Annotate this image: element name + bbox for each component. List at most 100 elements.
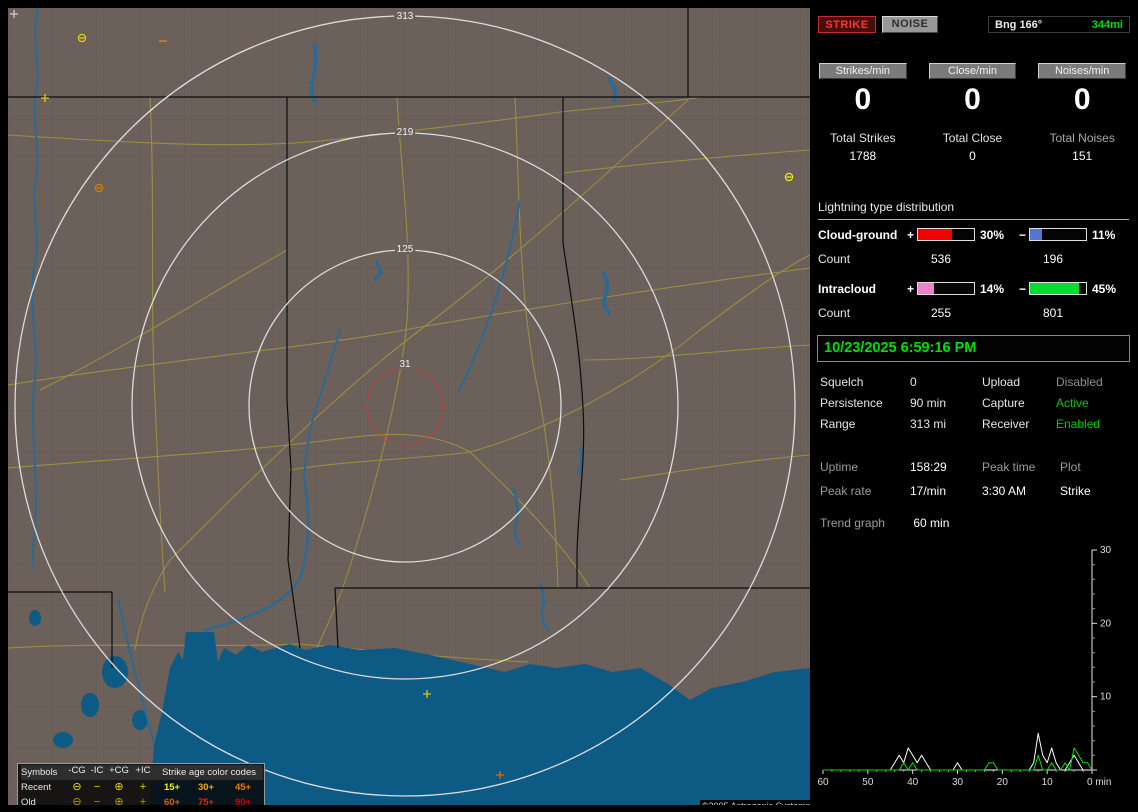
strike-mode-button[interactable]: STRIKE [818, 16, 876, 33]
distribution-title: Lightning type distribution [818, 200, 1129, 220]
status-panel: STRIKE NOISE Bng 166° 344mi Strikes/min … [815, 8, 1132, 805]
trend-series-strikes [823, 733, 1092, 770]
ic-minus-bar [1029, 282, 1087, 295]
upload-value: Disabled [1056, 375, 1136, 389]
total-noises-value: 151 [1038, 149, 1126, 163]
total-strikes-label: Total Strikes [819, 131, 907, 145]
svg-text:0 min: 0 min [1087, 777, 1111, 788]
uptime-label: Uptime [820, 460, 910, 474]
strikes-per-min-header[interactable]: Strikes/min [819, 63, 907, 79]
peak-rate-value: 17/min [910, 484, 982, 498]
svg-text:10: 10 [1100, 692, 1112, 703]
legend-row-recent-label: Recent [21, 782, 67, 793]
svg-text:20: 20 [1100, 618, 1112, 629]
upload-label: Upload [982, 375, 1056, 389]
legend-age-title: Strike age color codes [155, 765, 263, 780]
cg-minus-count: 196 [1016, 252, 1128, 266]
noises-per-min-value: 0 [1038, 84, 1126, 116]
strikes-per-min-value: 0 [819, 84, 907, 116]
svg-text:60: 60 [817, 777, 829, 788]
noise-mode-button[interactable]: NOISE [882, 16, 938, 33]
lightning-map[interactable]: 313 219 125 31 Symbols -CG -IC +CG +IC S… [8, 8, 810, 805]
squelch-label: Squelch [820, 375, 910, 389]
plus-sign: + [904, 228, 917, 242]
legend-col-ncg: -CG [67, 765, 87, 780]
legend-symbols-label: Symbols [21, 765, 67, 780]
bearing-value: Bng 166° [995, 19, 1042, 31]
svg-text:30: 30 [1100, 545, 1112, 556]
minus-sign: − [1016, 282, 1029, 296]
total-close-label: Total Close [929, 131, 1017, 145]
count-label: Count [818, 306, 904, 320]
pos-ic-recent-icon: + [131, 782, 155, 793]
svg-text:50: 50 [862, 777, 874, 788]
persistence-value: 90 min [910, 396, 982, 410]
cloud-ground-label: Cloud-ground [818, 228, 904, 242]
ic-plus-bar [917, 282, 975, 295]
plot-value: Strike [1060, 484, 1130, 498]
neg-ic-old-icon: − [87, 797, 107, 805]
svg-text:30: 30 [952, 777, 964, 788]
age-60: 60+ [155, 797, 189, 805]
uptime-value: 158:29 [910, 460, 982, 474]
datetime-display: 10/23/2025 6:59:16 PM [817, 335, 1130, 362]
peak-time-value: 3:30 AM [982, 484, 1060, 498]
trend-graph-caption: Trend graph 60 min [820, 516, 949, 530]
count-label: Count [818, 252, 904, 266]
legend-col-pcg: +CG [107, 765, 131, 780]
age-30: 30+ [189, 782, 223, 793]
ring-label-313: 313 [397, 11, 414, 22]
copyright-label: ©2005 Astrogenic Systems [700, 800, 810, 805]
neg-cg-old-icon: ⊖ [67, 797, 87, 805]
close-per-min-header[interactable]: Close/min [929, 63, 1017, 79]
ring-label-31: 31 [399, 359, 411, 370]
cg-plus-count: 536 [904, 252, 1016, 266]
receiver-label: Receiver [982, 417, 1056, 431]
pos-cg-old-icon: ⊕ [107, 797, 131, 805]
intracloud-label: Intracloud [818, 282, 904, 296]
total-noises-label: Total Noises [1038, 131, 1126, 145]
svg-text:20: 20 [997, 777, 1009, 788]
ring-label-219: 219 [397, 127, 414, 138]
trend-graph: 6050403020100 min302010 [815, 536, 1132, 801]
receiver-value: Enabled [1056, 417, 1136, 431]
distance-value: 344mi [1092, 19, 1123, 31]
plot-label: Plot [1060, 460, 1130, 474]
receiver-status-grid: Squelch 0 Upload Disabled Persistence 90… [820, 375, 1132, 431]
pos-ic-old-icon: + [131, 797, 155, 805]
peak-rate-label: Peak rate [820, 484, 910, 498]
pos-cg-recent-icon: ⊕ [107, 782, 131, 793]
total-close-value: 0 [929, 149, 1017, 163]
ic-minus-pct: 45% [1092, 282, 1128, 296]
minus-sign: − [1016, 228, 1029, 242]
cg-plus-pct: 30% [980, 228, 1016, 242]
rate-values: 0 0 0 [819, 84, 1126, 116]
session-stats-grid: Uptime 158:29 Peak time Plot Peak rate 1… [820, 460, 1132, 498]
plus-sign: + [904, 282, 917, 296]
trend-series-noises [823, 748, 1092, 770]
rate-headers: Strikes/min Close/min Noises/min [819, 63, 1126, 79]
ring-label-125: 125 [397, 244, 414, 255]
persistence-label: Persistence [820, 396, 910, 410]
neg-cg-recent-icon: ⊖ [67, 782, 87, 793]
neg-ic-recent-icon: − [87, 782, 107, 793]
ic-minus-count: 801 [1016, 306, 1128, 320]
cloud-ground-count-row: Count 536 196 [818, 251, 1132, 266]
ic-plus-pct: 14% [980, 282, 1016, 296]
peak-time-label: Peak time [982, 460, 1060, 474]
trend-window-value: 60 min [913, 516, 949, 530]
map-canvas[interactable]: 313 219 125 31 [8, 8, 810, 805]
capture-value: Active [1056, 396, 1136, 410]
nexstorm-window: 313 219 125 31 Symbols -CG -IC +CG +IC S… [0, 0, 1138, 812]
cg-plus-bar [917, 228, 975, 241]
range-value: 313 mi [910, 417, 982, 431]
noises-per-min-header[interactable]: Noises/min [1038, 63, 1126, 79]
range-label: Range [820, 417, 910, 431]
age-45: 45+ [223, 782, 263, 793]
svg-text:40: 40 [907, 777, 919, 788]
close-per-min-value: 0 [929, 84, 1017, 116]
total-values: 1788 0 151 [819, 149, 1126, 163]
legend-col-pic: +IC [131, 765, 155, 780]
intracloud-row: Intracloud + 14% − 45% [818, 281, 1132, 296]
total-strikes-value: 1788 [819, 149, 907, 163]
